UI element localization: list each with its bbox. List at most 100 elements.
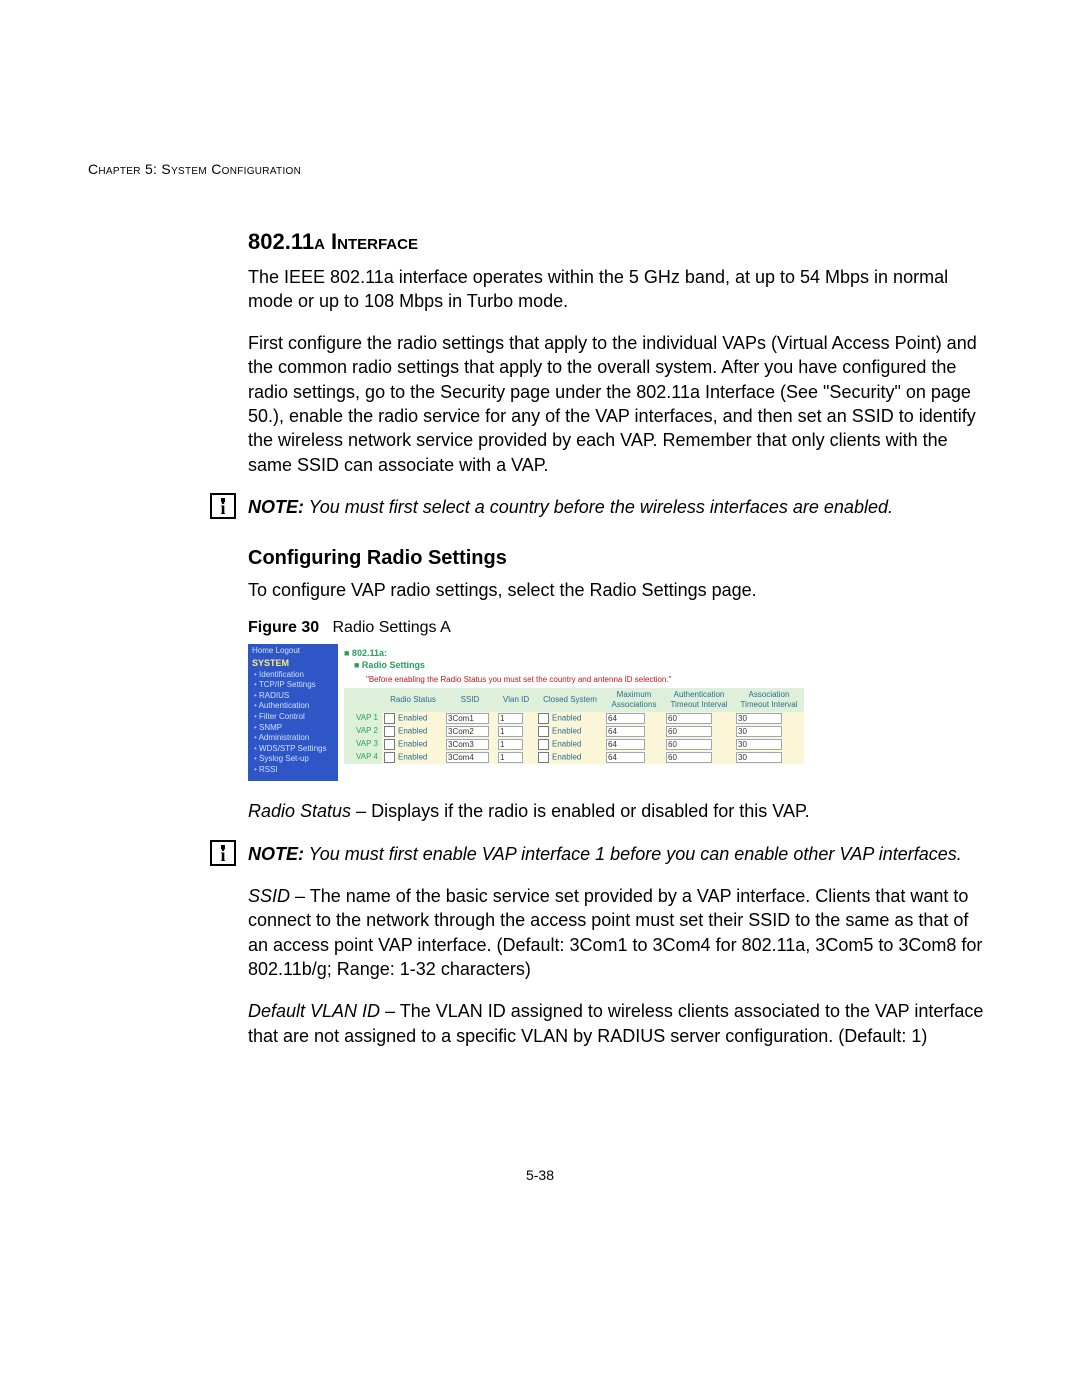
vap-vlan-input[interactable] [498,739,523,750]
vap-max-cell [604,725,664,738]
checkbox-icon[interactable] [384,713,395,724]
vap-max-input[interactable] [606,713,645,724]
vap-closed-system[interactable]: Enabled [536,725,604,738]
sidebar-item[interactable]: RADIUS [254,691,334,702]
vap-vlan-input[interactable] [498,726,523,737]
screenshot-topnav: Home Logout [252,646,334,656]
vap-table-header-row: Radio Status SSID Vlan ID Closed System … [344,688,804,711]
vap-th: Radio Status [382,688,444,711]
note-2-label: NOTE: [248,844,304,864]
paragraph-intro-1: The IEEE 802.11a interface operates with… [248,265,992,314]
note-2: i NOTE: You must first enable VAP interf… [248,842,992,866]
vap-row-name: VAP 2 [344,725,382,738]
paragraph-intro-2: First configure the radio settings that … [248,331,992,477]
vap-table-row: VAP 4EnabledEnabled [344,751,804,764]
vap-assoc-input[interactable] [736,726,782,737]
vap-ssid-input[interactable] [446,713,489,724]
checkbox-icon[interactable] [538,739,549,750]
vap-ssid-input[interactable] [446,726,489,737]
screenshot-sidebar: Home Logout SYSTEM Identification TCP/IP… [248,644,338,781]
vap-auth-input[interactable] [666,713,712,724]
figure-30-screenshot: Home Logout SYSTEM Identification TCP/IP… [248,644,808,781]
section-heading-sc: a Interface [314,229,418,254]
note-1-text: You must first select a country before t… [304,497,893,517]
vap-th: Maximum Associations [604,688,664,711]
checkbox-icon[interactable] [538,752,549,763]
vap-auth-cell [664,725,734,738]
vap-max-cell [604,751,664,764]
screenshot-crumb: ■ 802.11a: [344,648,804,659]
vap-radio-status[interactable]: Enabled [382,751,444,764]
vap-closed-system[interactable]: Enabled [536,751,604,764]
sidebar-item[interactable]: RSSI [254,765,334,776]
figure-title: Radio Settings A [332,619,450,636]
sidebar-item[interactable]: Administration [254,733,334,744]
vap-table-row: VAP 1EnabledEnabled [344,712,804,725]
sidebar-item[interactable]: Authentication [254,701,334,712]
vap-ssid-input[interactable] [446,752,489,763]
subsection-heading: Configuring Radio Settings [248,545,992,572]
vap-closed-system[interactable]: Enabled [536,738,604,751]
sidebar-item[interactable]: Filter Control [254,712,334,723]
vap-vlan-input[interactable] [498,752,523,763]
definition-term: Default VLAN ID [248,1001,380,1021]
vap-ssid-cell [444,712,496,725]
figure-label: Figure 30 [248,619,319,636]
checkbox-icon[interactable] [538,713,549,724]
vap-max-input[interactable] [606,739,645,750]
sidebar-item[interactable]: SNMP [254,723,334,734]
vap-assoc-input[interactable] [736,713,782,724]
section-heading-pre: 802.11 [248,229,314,254]
vap-radio-status[interactable]: Enabled [382,738,444,751]
vap-ssid-input[interactable] [446,739,489,750]
vap-assoc-cell [734,712,804,725]
vap-max-input[interactable] [606,726,645,737]
vap-th [344,688,382,711]
sidebar-item[interactable]: Syslog Set-up [254,754,334,765]
screenshot-warning: "Before enabling the Radio Status you mu… [366,675,804,685]
vap-auth-input[interactable] [666,739,712,750]
vap-th: SSID [444,688,496,711]
vap-vlan-cell [496,712,536,725]
screenshot-main: ■ 802.11a: ■ Radio Settings "Before enab… [338,644,808,781]
vap-radio-status[interactable]: Enabled [382,712,444,725]
checkbox-icon[interactable] [384,726,395,737]
screenshot-sidebar-group: SYSTEM [252,658,334,669]
sidebar-item[interactable]: TCP/IP Settings [254,680,334,691]
vap-closed-system[interactable]: Enabled [536,712,604,725]
sidebar-item[interactable]: WDS/STP Settings [254,744,334,755]
definition-term: SSID [248,886,290,906]
vap-th: Association Timeout Interval [734,688,804,711]
definition-text: – Displays if the radio is enabled or di… [351,801,810,821]
vap-row-name: VAP 1 [344,712,382,725]
vap-max-input[interactable] [606,752,645,763]
vap-vlan-input[interactable] [498,713,523,724]
vap-auth-input[interactable] [666,752,712,763]
vap-row-name: VAP 3 [344,738,382,751]
section-heading: 802.11a Interface [248,227,992,257]
vap-auth-cell [664,712,734,725]
vap-assoc-input[interactable] [736,752,782,763]
paragraph-config: To configure VAP radio settings, select … [248,578,992,602]
vap-th: Authentication Timeout Interval [664,688,734,711]
checkbox-icon[interactable] [384,752,395,763]
checkbox-icon[interactable] [384,739,395,750]
vap-auth-input[interactable] [666,726,712,737]
definition-ssid: SSID – The name of the basic service set… [248,884,992,981]
vap-assoc-input[interactable] [736,739,782,750]
sidebar-item[interactable]: Identification [254,670,334,681]
vap-table-row: VAP 3EnabledEnabled [344,738,804,751]
vap-th: Vlan ID [496,688,536,711]
checkbox-icon[interactable] [538,726,549,737]
vap-vlan-cell [496,738,536,751]
vap-radio-status[interactable]: Enabled [382,725,444,738]
definition-radio-status: Radio Status – Displays if the radio is … [248,799,992,823]
vap-vlan-cell [496,725,536,738]
screenshot-sidebar-list: Identification TCP/IP Settings RADIUS Au… [254,670,334,776]
screenshot-subtitle: ■ Radio Settings [354,660,804,671]
vap-assoc-cell [734,738,804,751]
vap-max-cell [604,738,664,751]
info-icon: i [210,493,236,519]
vap-ssid-cell [444,725,496,738]
vap-max-cell [604,712,664,725]
